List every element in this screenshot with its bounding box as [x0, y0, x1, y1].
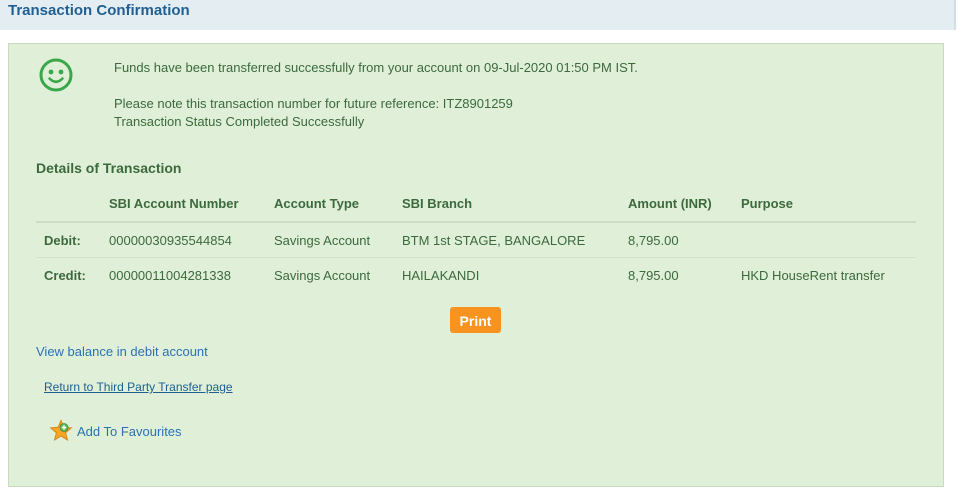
table-header-row: SBI Account Number Account Type SBI Bran… — [36, 185, 916, 223]
branch-cell: BTM 1st STAGE, BANGALORE — [402, 222, 628, 258]
column-header — [36, 185, 109, 223]
reference-note: Please note this transaction number for … — [114, 96, 513, 111]
details-section-title: Details of Transaction — [36, 160, 182, 176]
add-to-favourites-label: Add To Favourites — [77, 423, 182, 439]
column-header-account-number: SBI Account Number — [109, 185, 274, 223]
smiley-icon — [39, 58, 73, 92]
star-add-icon — [49, 419, 73, 443]
branch-cell: HAILAKANDI — [402, 267, 480, 283]
amount-cell: 8,795.00 — [628, 222, 741, 258]
account-type-cell: Savings Account — [274, 267, 371, 283]
column-header-branch: SBI Branch — [402, 185, 628, 223]
add-to-favourites-button[interactable]: Add To Favourites — [49, 419, 182, 443]
confirmation-panel: Funds have been transferred successfully… — [8, 43, 944, 487]
table-row-debit: Debit: 00000030935544854 Savings Account… — [36, 222, 916, 258]
table-row-credit: Credit: 00000011004281338 Savings Accoun… — [36, 258, 916, 293]
purpose-cell — [741, 222, 916, 258]
purpose-cell: HKD HouseRent transfer — [741, 267, 885, 283]
account-number-cell: 00000030935544854 — [109, 222, 274, 258]
header-bar: Transaction Confirmation — [0, 0, 956, 30]
row-label: Credit: — [44, 267, 86, 283]
transaction-table: SBI Account Number Account Type SBI Bran… — [36, 185, 916, 292]
status-text: Transaction Status Completed Successfull… — [114, 114, 365, 129]
view-balance-link[interactable]: View balance in debit account — [36, 344, 208, 359]
print-button[interactable]: Print — [450, 307, 501, 333]
column-header-amount: Amount (INR) — [628, 185, 741, 223]
page-title: Transaction Confirmation — [8, 2, 190, 19]
account-type-cell: Savings Account — [274, 222, 402, 258]
amount-cell: 8,795.00 — [628, 267, 679, 283]
column-header-purpose: Purpose — [741, 185, 916, 223]
column-header-account-type: Account Type — [274, 185, 402, 223]
account-number-cell: 00000011004281338 — [109, 267, 231, 283]
success-message: Funds have been transferred successfully… — [114, 60, 638, 75]
row-label: Debit: — [36, 222, 109, 258]
return-to-transfer-link[interactable]: Return to Third Party Transfer page — [44, 380, 233, 394]
